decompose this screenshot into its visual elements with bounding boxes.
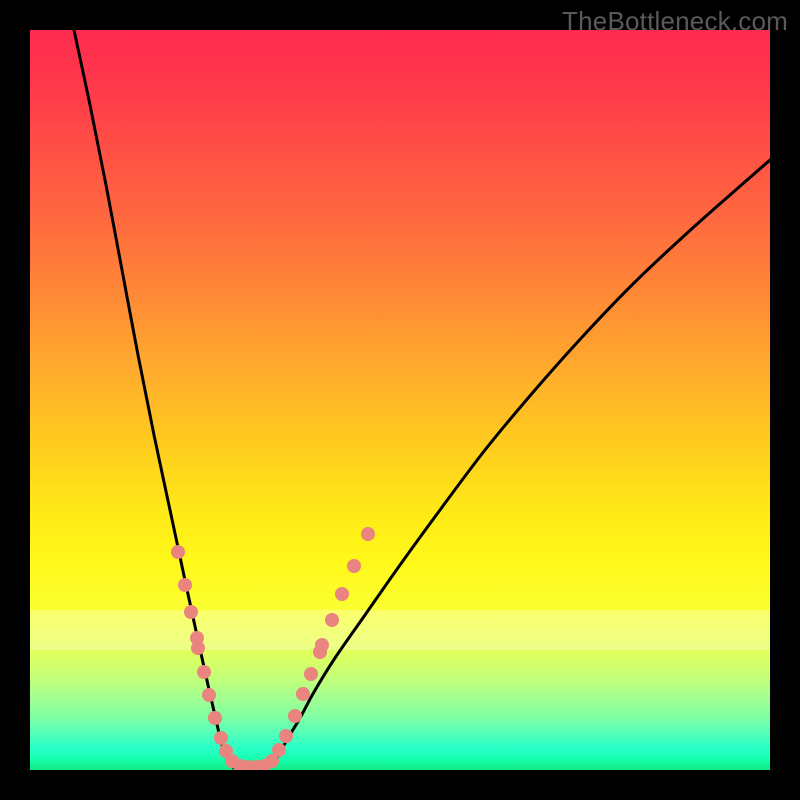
bead-point — [304, 667, 318, 681]
beads-group — [171, 527, 375, 770]
bead-point — [171, 545, 185, 559]
bead-point — [288, 709, 302, 723]
beads-layer — [30, 30, 770, 770]
bead-point — [279, 729, 293, 743]
bead-point — [202, 688, 216, 702]
bead-point — [272, 743, 286, 757]
bead-point — [296, 687, 310, 701]
bead-point — [191, 641, 205, 655]
chart-frame: TheBottleneck.com — [0, 0, 800, 800]
bead-point — [208, 711, 222, 725]
bead-point — [361, 527, 375, 541]
bead-point — [214, 731, 228, 745]
bead-point — [178, 578, 192, 592]
bead-point — [315, 638, 329, 652]
bead-point — [184, 605, 198, 619]
plot-area — [30, 30, 770, 770]
watermark-text: TheBottleneck.com — [562, 6, 788, 37]
bead-point — [347, 559, 361, 573]
bead-point — [197, 665, 211, 679]
bead-point — [335, 587, 349, 601]
bead-point — [325, 613, 339, 627]
